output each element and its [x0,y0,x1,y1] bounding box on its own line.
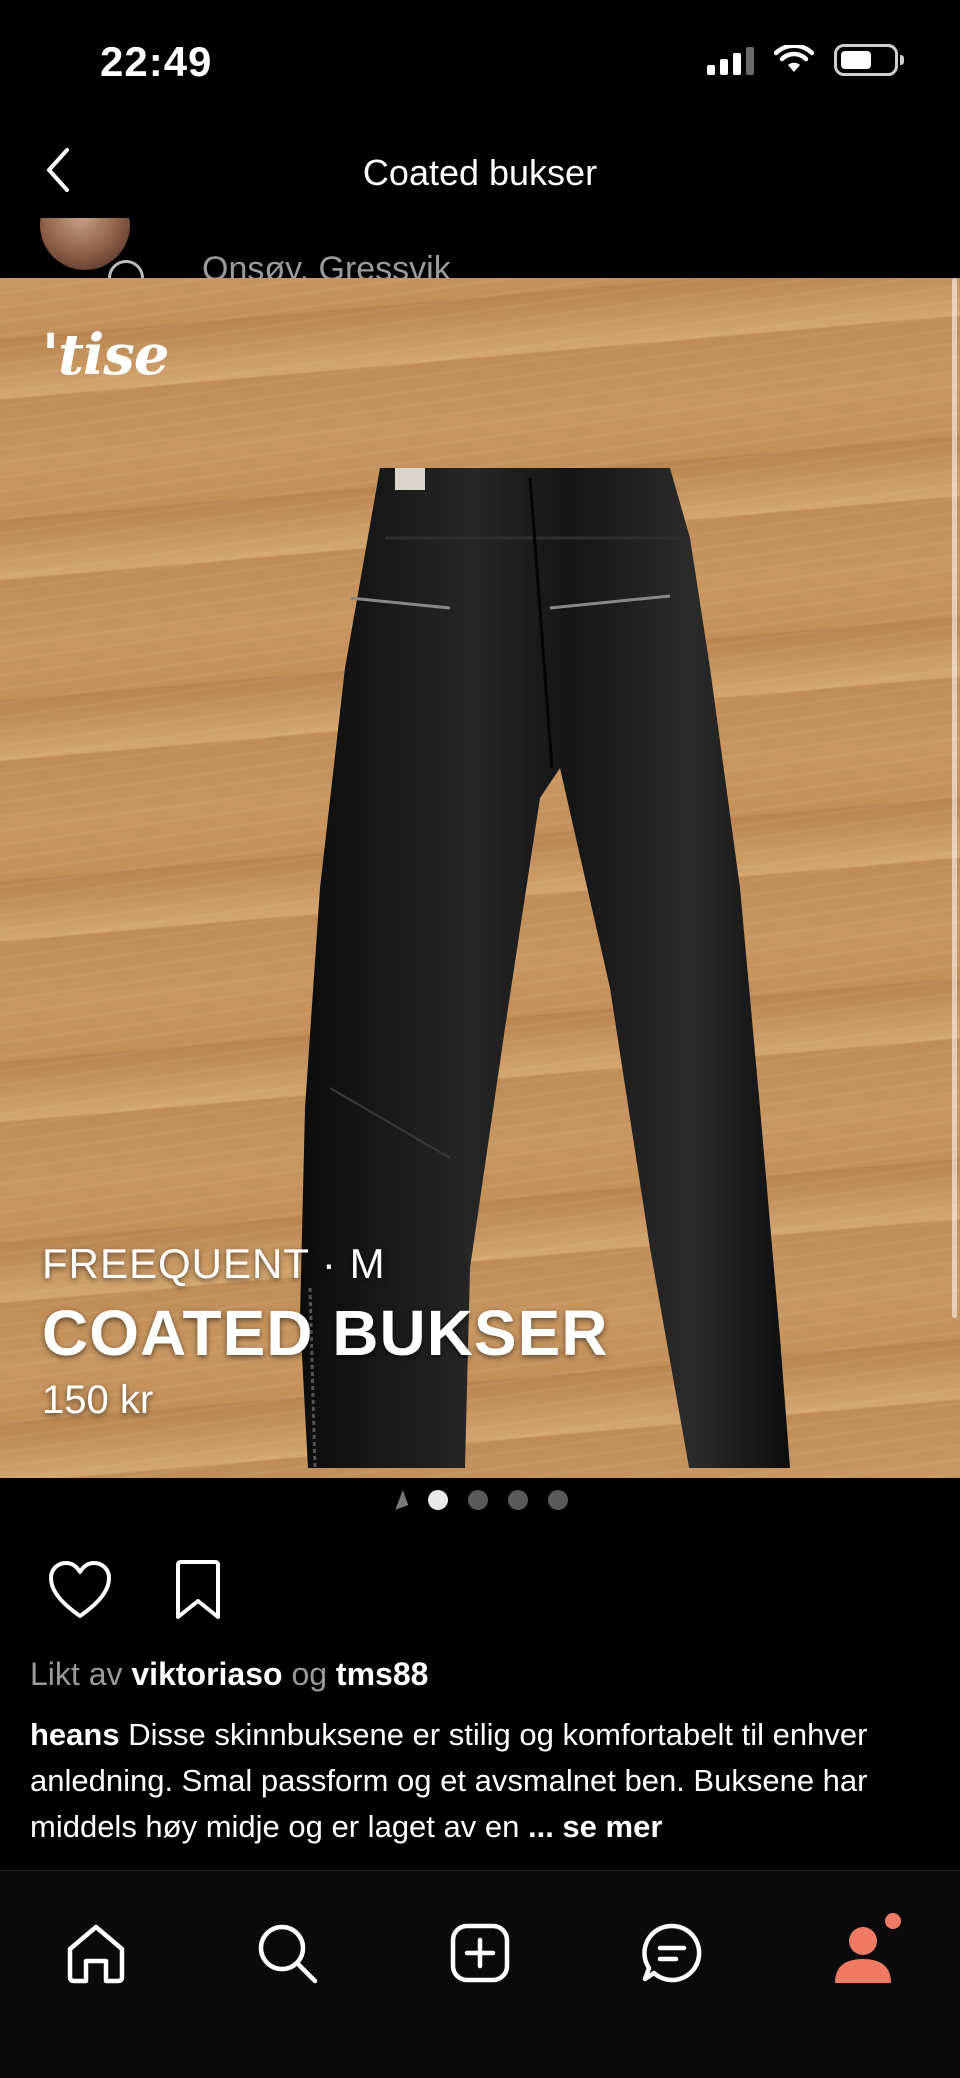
see-more-link[interactable]: ... se mer [528,1809,662,1844]
save-button[interactable] [158,1555,238,1625]
status-icons [707,44,904,76]
notification-badge [885,1913,901,1929]
profile-icon [835,1927,891,1983]
photo-pagination [0,1482,960,1518]
search-icon [258,1924,318,1984]
bookmark-icon [176,1560,220,1619]
nav-profile[interactable] [823,1913,903,1993]
nav-search[interactable] [247,1913,327,1993]
tise-logo: 'tise [42,322,169,388]
cellular-signal-icon [707,45,754,75]
pagination-dot[interactable] [508,1490,528,1510]
verified-icon [108,260,144,278]
nav-add-listing[interactable] [440,1913,520,1993]
listing-price: 150 kr [42,1378,154,1422]
bottom-navigation [0,1870,960,2078]
wifi-icon [774,45,814,72]
pagination-dot[interactable] [468,1490,488,1510]
status-bar: 22:49 [0,0,960,130]
liked-by-prefix: Likt av [30,1656,123,1692]
product-photo[interactable]: 'tise FREEQUENT · M COATED BUKSER 150 kr [0,278,960,1478]
add-listing-icon [450,1923,510,1983]
liked-by-user-1[interactable]: viktoriaso [131,1656,282,1692]
status-time: 22:49 [100,38,213,85]
like-button[interactable] [40,1555,120,1625]
page-title: Coated bukser [362,152,598,193]
heart-icon [49,1561,111,1618]
nav-messages[interactable] [632,1913,712,1993]
listing-description: heans Disse skinnbuksene er stilig og ko… [30,1712,930,1850]
messages-icon [642,1923,702,1983]
location-arrow-icon [389,1490,409,1510]
liked-by-user-2[interactable]: tms88 [336,1656,429,1692]
pagination-dot[interactable] [548,1490,568,1510]
liked-by-joiner: og [291,1656,328,1692]
pagination-dot[interactable] [428,1490,448,1510]
listing-overlay: FREEQUENT · M COATED BUKSER 150 kr [42,1240,609,1423]
home-icon [67,1924,125,1984]
liked-by: Likt av viktoriaso og tms88 [30,1656,428,1693]
scrollbar[interactable] [952,278,958,1478]
battery-icon [834,44,904,76]
description-username[interactable]: heans [30,1717,120,1752]
seller-location: Onsøy, Gressvik [202,250,451,278]
brand-size-label: FREEQUENT · M [42,1240,386,1287]
listing-title: COATED BUKSER [42,1297,609,1369]
nav-home[interactable] [56,1913,136,1993]
description-text: Disse skinnbuksene er stilig og komforta… [30,1717,868,1844]
post-actions [40,1555,238,1625]
header: Onsøy, Gressvik Coated bukser [0,130,960,278]
